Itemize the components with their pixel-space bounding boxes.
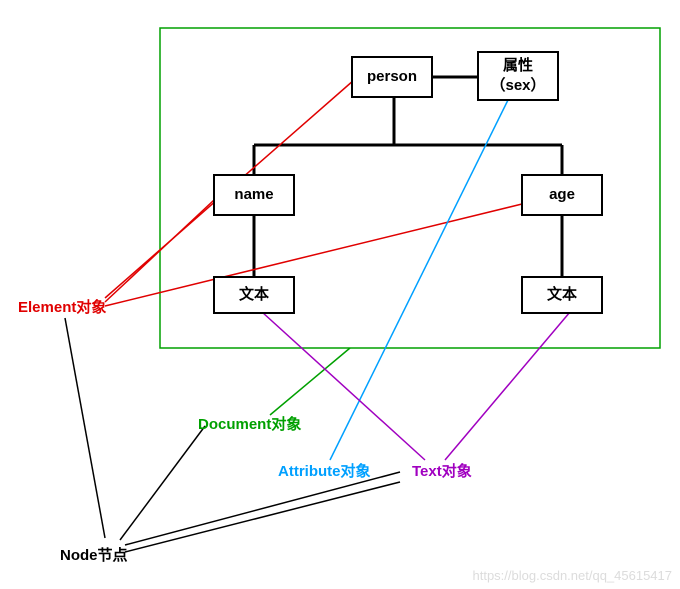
node-name-label: name — [234, 186, 273, 203]
node-text-2-label: 文本 — [547, 285, 577, 303]
label-document: Document对象 — [198, 415, 301, 433]
node-pointer — [120, 426, 205, 540]
node-pointer — [65, 318, 105, 538]
node-attribute-label-1: 属性 — [503, 56, 533, 74]
node-pointer — [125, 482, 400, 552]
node-attribute-label-2: （sex） — [490, 76, 545, 94]
node-person-label: person — [367, 68, 417, 85]
attribute-pointer — [330, 100, 508, 460]
element-pointer — [105, 204, 522, 306]
label-node: Node节点 — [60, 546, 128, 564]
text-pointer — [262, 312, 425, 460]
node-text-1-label: 文本 — [239, 285, 269, 303]
node-pointer — [125, 472, 400, 545]
watermark: https://blog.csdn.net/qq_45615417 — [473, 568, 673, 583]
label-text: Text对象 — [412, 462, 472, 480]
label-attribute: Attribute对象 — [278, 462, 371, 480]
node-age-label: age — [549, 186, 575, 203]
text-pointer — [445, 312, 570, 460]
label-element: Element对象 — [18, 298, 106, 316]
